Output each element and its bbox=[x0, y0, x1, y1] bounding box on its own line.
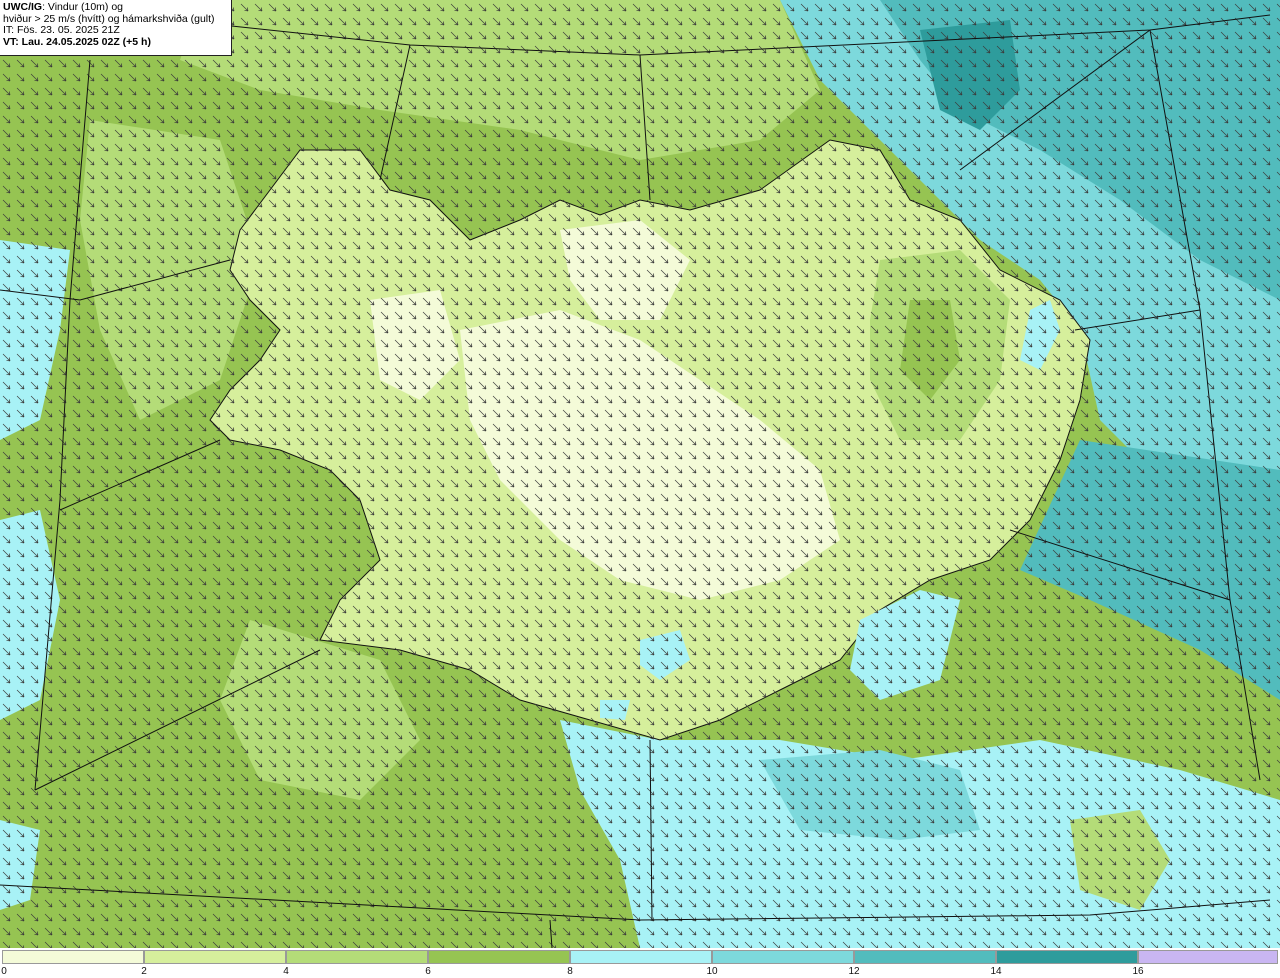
legend-tick-label: 10 bbox=[706, 966, 718, 977]
initial-time: IT: Fös. 23. 05. 2025 21Z bbox=[3, 24, 120, 36]
wind-arrow-field bbox=[0, 0, 1280, 948]
product-description: : Vindur (10m) og bbox=[42, 1, 124, 13]
legend-swatch bbox=[144, 950, 286, 964]
valid-time: VT: Lau. 24.05.2025 02Z (+5 h) bbox=[3, 35, 151, 48]
legend-swatch bbox=[1138, 950, 1278, 964]
color-legend: 0 2 4 6 8 10 12 14 16 bbox=[0, 948, 1280, 978]
legend-tick-label: 14 bbox=[990, 966, 1002, 977]
legend-tick-label: 12 bbox=[848, 966, 860, 977]
info-title-line: UWC/IG: Vindur (10m) og bbox=[3, 1, 228, 14]
legend-swatch bbox=[854, 950, 996, 964]
wind-map bbox=[0, 0, 1280, 948]
info-box: UWC/IG: Vindur (10m) og hviður > 25 m/s … bbox=[0, 0, 232, 56]
legend-tick-label: 4 bbox=[283, 966, 289, 977]
legend-tick-label: 2 bbox=[141, 966, 147, 977]
legend-tick-label: 8 bbox=[567, 966, 573, 977]
legend-tick-label: 16 bbox=[1132, 966, 1144, 977]
legend-tick-label: 0 bbox=[1, 966, 7, 977]
legend-swatch bbox=[286, 950, 428, 964]
legend-swatch bbox=[428, 950, 570, 964]
product-code: UWC/IG bbox=[3, 1, 43, 13]
legend-tick-label: 6 bbox=[425, 966, 431, 977]
legend-swatch bbox=[996, 950, 1138, 964]
legend-swatch bbox=[2, 950, 144, 964]
legend-swatch bbox=[712, 950, 854, 964]
legend-swatch bbox=[570, 950, 712, 964]
